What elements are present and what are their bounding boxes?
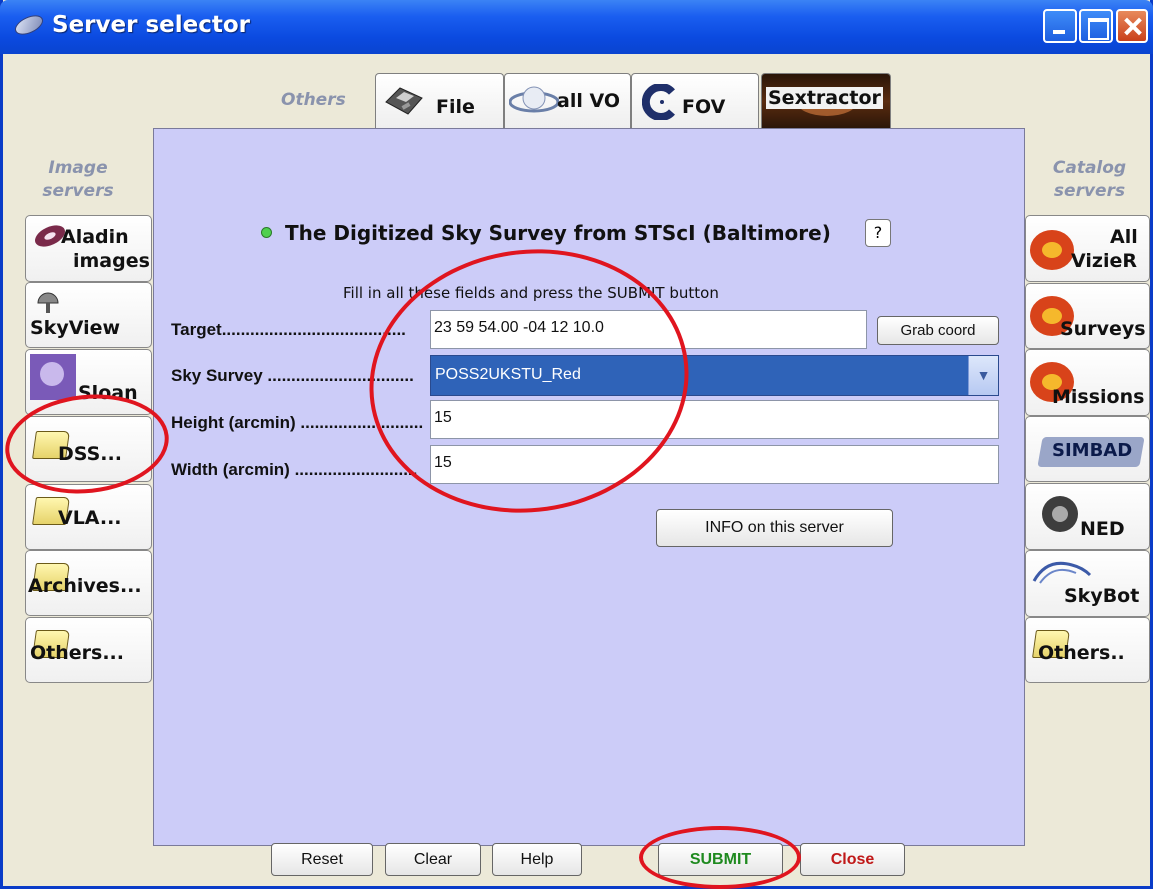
tab-fov[interactable]: FOV (631, 73, 759, 129)
image-servers-label: Image servers (42, 158, 114, 201)
catalog-servers-label: Catalog servers (1052, 158, 1127, 201)
catalog-server-ned[interactable]: NED (1025, 483, 1150, 550)
sloan-icon (30, 354, 76, 400)
catalog-server-simbad[interactable]: SIMBAD (1025, 416, 1150, 482)
others-group-label: Others (281, 90, 346, 110)
target-input[interactable]: 23 59 54.00 -04 12 10.0 (430, 310, 867, 349)
image-server-skyview[interactable]: SkyView (25, 282, 152, 348)
window-title: Server selector (52, 12, 250, 38)
close-window-button[interactable] (1116, 9, 1148, 43)
image-server-archives[interactable]: Archives... (25, 550, 152, 616)
clear-button[interactable]: Clear (385, 843, 481, 876)
image-server-dss[interactable]: DSS... (25, 416, 152, 482)
aladin-app-icon (12, 11, 46, 39)
width-label: Width (arcmin) .........................… (171, 460, 418, 479)
catalog-server-skybot[interactable]: SkyBot (1025, 550, 1150, 617)
status-dot-icon (261, 227, 272, 238)
reset-button[interactable]: Reset (271, 843, 373, 876)
chevron-down-icon[interactable]: ▼ (968, 356, 998, 395)
catalog-server-missions[interactable]: Missions (1025, 349, 1150, 416)
saturn-icon (509, 86, 559, 113)
image-server-vla[interactable]: VLA... (25, 484, 152, 550)
server-heading-row: The Digitized Sky Survey from STScI (Bal… (261, 219, 901, 251)
catalog-server-vizier[interactable]: All VizieR (1025, 215, 1150, 282)
minimize-button[interactable] (1043, 9, 1077, 43)
telescope-icon (37, 292, 59, 313)
width-input[interactable]: 15 (430, 445, 999, 484)
submit-button[interactable]: SUBMIT (658, 843, 783, 876)
info-server-button[interactable]: INFO on this server (656, 509, 893, 547)
close-button[interactable]: Close (800, 843, 905, 876)
server-selector-window: Server selector Others Image servers Cata… (0, 0, 1153, 889)
tab-sextractor[interactable]: Sextractor (761, 73, 891, 129)
height-input[interactable]: 15 (430, 400, 999, 439)
tab-all-vo[interactable]: all VO (504, 73, 631, 129)
image-server-others[interactable]: Others... (25, 617, 152, 683)
skybot-logo-icon (1032, 561, 1092, 584)
sky-survey-selected-value: POSS2UKSTU_Red (435, 366, 581, 383)
tab-file[interactable]: File (375, 73, 504, 129)
maximize-button[interactable] (1079, 9, 1113, 43)
sky-survey-label: Sky Survey .............................… (171, 366, 414, 385)
help-question-button[interactable]: ? (865, 219, 891, 247)
ned-logo-icon (1042, 496, 1078, 532)
catalog-server-surveys[interactable]: Surveys (1025, 283, 1150, 349)
title-bar[interactable]: Server selector (0, 0, 1153, 54)
image-server-aladin[interactable]: Aladin images (25, 215, 152, 282)
target-label: Target..................................… (171, 320, 406, 339)
image-server-sloan[interactable]: Sloan (25, 349, 152, 415)
sky-survey-select[interactable]: POSS2UKSTU_Red ▼ (430, 355, 999, 396)
server-heading: The Digitized Sky Survey from STScI (Bal… (285, 221, 831, 245)
catalog-server-others[interactable]: Others.. (1025, 617, 1150, 683)
grab-coord-button[interactable]: Grab coord (877, 316, 999, 345)
floppy-disk-icon (385, 87, 423, 115)
help-button[interactable]: Help (492, 843, 582, 876)
form-instructions: Fill in all these fields and press the S… (343, 284, 719, 302)
height-label: Height (arcmin) ........................… (171, 413, 424, 432)
fov-c-icon (642, 84, 675, 120)
